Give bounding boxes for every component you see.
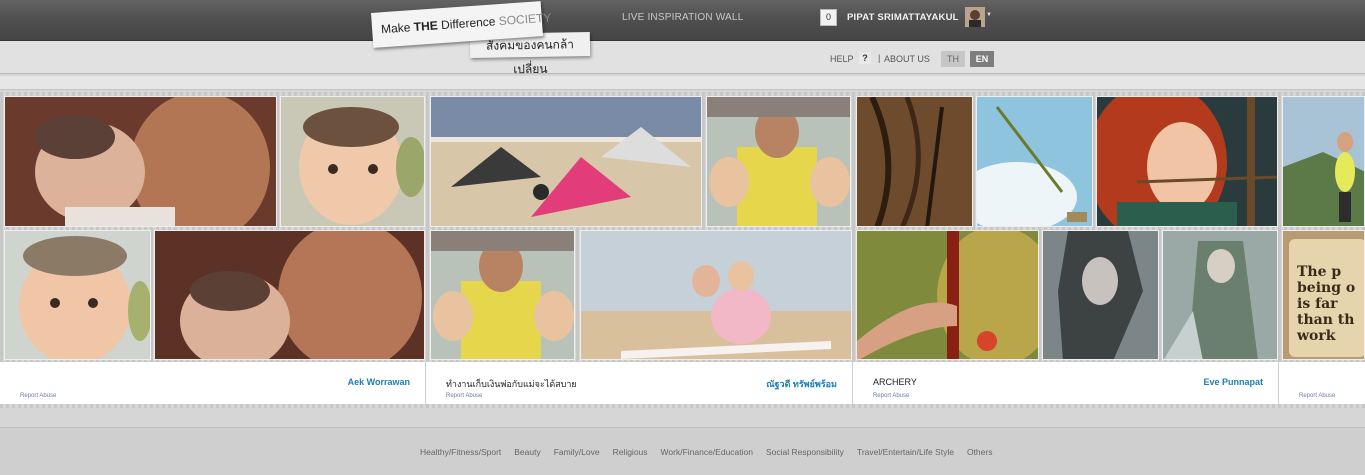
category-link[interactable]: Religious [613,447,648,457]
notification-count-badge[interactable]: 0 [820,9,837,26]
poster-line-1: The p [1297,264,1342,280]
board-title[interactable]: ทำงานเก็บเงินพ่อกับแม่จะได้สบาย [446,377,577,391]
help-question-icon[interactable]: ? [859,52,871,64]
category-link[interactable]: Social Responsibility [766,447,844,457]
category-link[interactable]: Travel/Entertain/Life Style [857,447,954,457]
photo-dance-stretch[interactable] [430,96,702,227]
photo-baby-kiss-2[interactable] [154,230,425,360]
board-card[interactable]: ARCHERY Eve Punnapat Report Abuse [853,362,1279,404]
photo-bow-target[interactable] [856,230,1039,360]
poster-line-5: work [1297,328,1336,344]
photo-family-group[interactable] [706,96,851,227]
avatar[interactable] [965,7,985,27]
photo-hooded-archer[interactable] [1042,230,1159,360]
photo-merida-archer[interactable] [1096,96,1278,227]
divider-strip [0,76,1365,90]
nav-separator: | [878,53,881,63]
photo-ballet-girl[interactable] [580,230,852,360]
live-inspiration-wall-link[interactable]: LIVE INSPIRATION WALL [622,12,743,23]
report-abuse-link[interactable]: Report Abuse [1299,393,1335,399]
about-us-link[interactable]: ABOUT US [884,54,930,64]
board-card[interactable]: ทำงานเก็บเงินพ่อกับแม่จะได้สบาย ณัฐวดี ท… [426,362,853,404]
category-link[interactable]: Work/Finance/Education [661,447,753,457]
poster-line-4: than th [1297,312,1355,328]
category-nav: Healthy/Fitness/Sport Beauty Family/Love… [420,447,992,457]
help-link[interactable]: HELP [830,54,854,64]
language-en-button[interactable]: EN [970,51,994,67]
report-abuse-link[interactable]: Report Abuse [446,393,482,399]
poster-line-3: is far [1297,296,1338,312]
category-link[interactable]: Healthy/Fitness/Sport [420,447,501,457]
photo-baby-smile[interactable] [4,230,151,360]
photo-woman-mountain[interactable] [1282,96,1365,227]
photo-baby-face[interactable] [280,96,425,227]
board-title[interactable]: ARCHERY [873,377,917,387]
user-name-link[interactable]: PIPAT SRIMATTAYAKUL [847,12,959,23]
category-link[interactable]: Family/Love [554,447,600,457]
language-th-button[interactable]: TH [941,51,965,67]
user-menu-caret-icon[interactable]: ▼ [986,12,992,18]
logo-make-text: Make [380,20,411,37]
top-bar: LIVE INSPIRATION WALL 0 PIPAT SRIMATTAYA… [0,0,1365,41]
report-abuse-link[interactable]: Report Abuse [20,393,56,399]
photo-elf-archer[interactable] [1162,230,1278,360]
photo-quote-poster[interactable]: The p being o is far than th work [1282,230,1365,360]
photo-bows-wood[interactable] [856,96,973,227]
report-abuse-link[interactable]: Report Abuse [873,393,909,399]
category-link[interactable]: Others [967,447,993,457]
photo-family-group-2[interactable] [430,230,575,360]
board-owner-link[interactable]: ณัฐวดี ทรัพย์พร้อม [766,377,837,391]
logo-the-text: THE [413,18,439,35]
poster-line-2: being o [1297,280,1356,296]
sub-navigation: HELP ? | ABOUT US TH EN [0,41,1365,74]
photo-arrow-sky[interactable] [976,96,1093,227]
logo-difference-text: Difference [440,14,496,33]
board-owner-link[interactable]: Aek Worrawan [348,377,410,387]
board-card[interactable]: Aek Worrawan Report Abuse [0,362,426,404]
board-card[interactable]: Report Abuse [1279,362,1365,404]
photo-baby-kiss[interactable] [4,96,277,227]
board-owner-link[interactable]: Eve Punnapat [1203,377,1263,387]
category-link[interactable]: Beauty [514,447,540,457]
footer: Healthy/Fitness/Sport Beauty Family/Love… [0,427,1365,475]
